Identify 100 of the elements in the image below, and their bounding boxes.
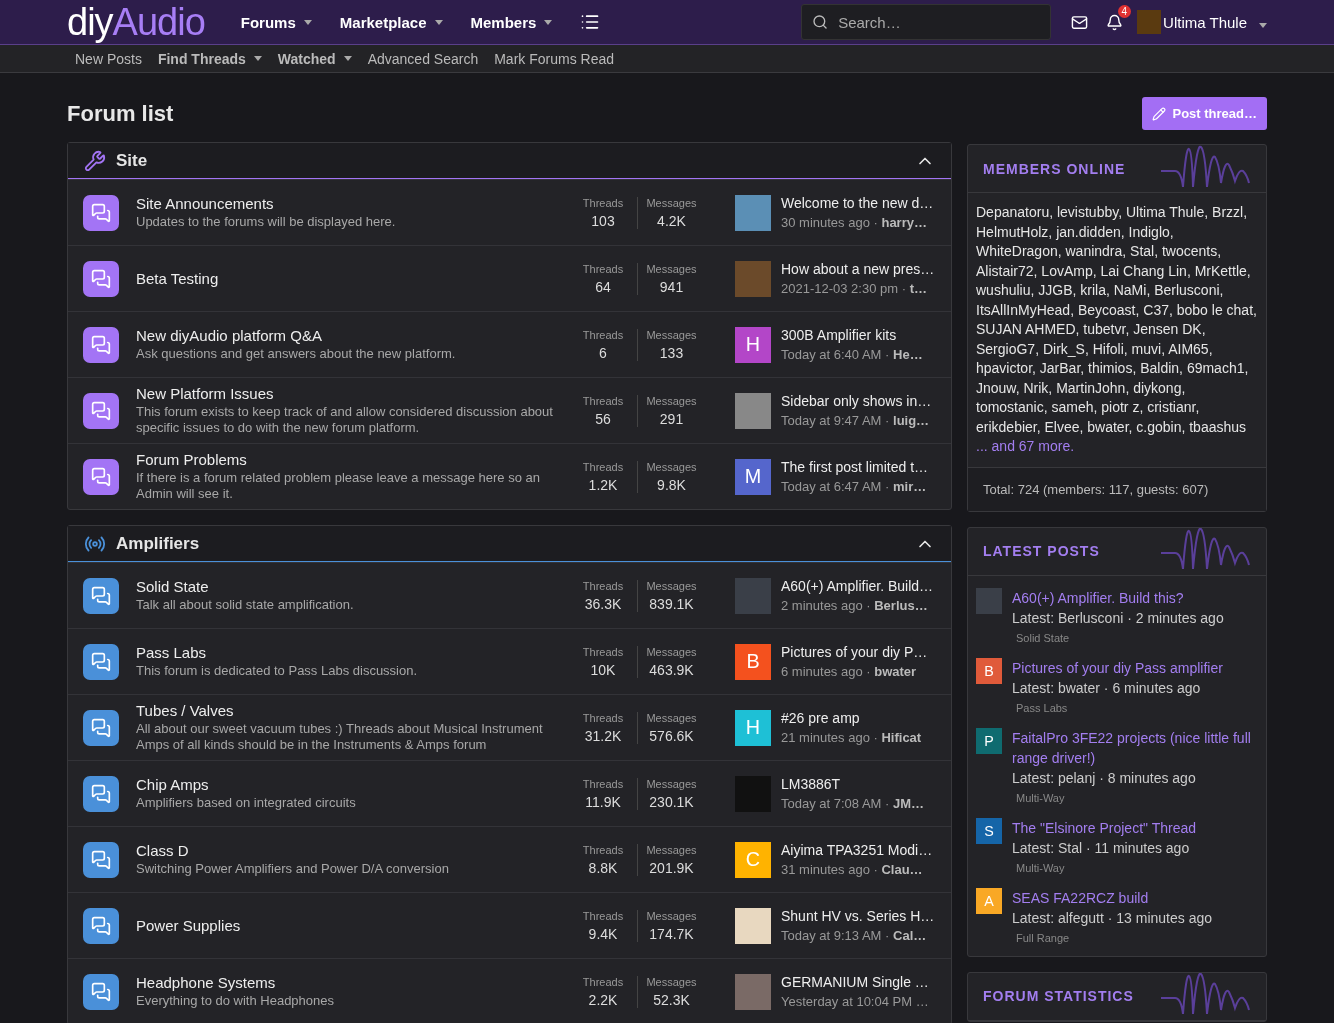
stat-label: Messages — [645, 711, 698, 724]
last-post-title[interactable]: LM3886T — [781, 776, 925, 792]
photo-placeholder[interactable] — [735, 194, 771, 231]
stat-value: 52.3K — [652, 991, 691, 1008]
post-forum: Solid State — [1016, 631, 1071, 644]
more-members-link[interactable]: ... and 67 more. — [976, 437, 1258, 457]
last-post-title[interactable]: Aiyima TPA3251 Modi… — [781, 842, 933, 858]
search-field[interactable]: Search… — [836, 12, 1041, 32]
last-post-title[interactable]: Shunt HV vs. Series H… — [781, 908, 935, 924]
bell-icon[interactable] — [1106, 13, 1124, 31]
forum-icon — [83, 709, 119, 746]
last-post-title[interactable]: How about a new pres… — [781, 261, 935, 277]
stat-value: 1.2K — [587, 476, 619, 493]
last-post-title[interactable]: Pictures of your diy P… — [781, 644, 928, 660]
letter-avatar[interactable]: S — [976, 817, 1002, 844]
stat-label: Threads — [581, 975, 625, 988]
forum-title[interactable]: Class D — [136, 842, 569, 859]
search-box[interactable]: Search… — [801, 4, 1052, 40]
forum-title[interactable]: Headphone Systems — [136, 974, 569, 991]
letter-avatar[interactable]: P — [976, 727, 1002, 754]
forum-title[interactable]: Site Announcements — [136, 195, 569, 212]
stat-value: 4.2K — [656, 212, 687, 229]
letter-avatar[interactable]: H — [735, 326, 771, 363]
post-meta: Latest: Stal · 11 minutes ago — [1012, 838, 1191, 858]
forum-title[interactable]: Tubes / Valves — [136, 702, 569, 719]
category-header[interactable]: Amplifiers — [68, 526, 951, 562]
last-post-title[interactable]: Welcome to the new d… — [781, 195, 934, 211]
forum-title[interactable]: Beta Testing — [136, 270, 569, 287]
forum-title[interactable]: Solid State — [136, 578, 569, 595]
stat-label: Messages — [645, 777, 698, 790]
post-title-link[interactable]: FaitalPro 3FE22 projects (nice little full range driver!) — [1012, 727, 1258, 768]
forum-description: Updates to the forums will be displayed here. — [136, 214, 397, 230]
stat-value: 6 — [598, 344, 608, 361]
forum-title[interactable]: Pass Labs — [136, 644, 569, 661]
stat-label: Threads — [581, 262, 625, 275]
stat-label: Messages — [645, 579, 698, 592]
last-post-title[interactable]: GERMANIUM Single … — [781, 974, 929, 990]
post-forum: Full Range — [1016, 931, 1071, 944]
last-post-title[interactable]: The first post limited t… — [781, 459, 929, 475]
stat-label: Threads — [581, 579, 625, 592]
forum-title[interactable]: New Platform Issues — [136, 385, 569, 402]
stat-label: Messages — [645, 328, 698, 341]
last-post-title[interactable]: A60(+) Amplifier. Build… — [781, 578, 934, 594]
category-title: Amplifiers — [116, 533, 201, 554]
forum-description: Switching Power Amplifiers and Power D/A conversion — [136, 861, 450, 877]
forum-icon — [83, 643, 119, 680]
member-list: Depanatoru, levistubby, Ultima Thule, Brzzl, HelmutHolz, jan.didden, Indiglo, WhiteDragon, wanindra, Stal, twocents, Alistair72, LovAmp, Lai Chang Lin, MrKettle, wushuliu, JJGB, krila, NaMi, Berlusconi, ItsAllInMyHead, Beycoast, C37, bobo le chat, SUJAN AHMED, tubetvr, Jensen DK, SergioG7, Dirk_S, Hifoli, muvi, AIM65, hpavictor, JarBar, thimios, Baldin, 69mach1, Jnouw, Nrik, MartinJohn, diykong, tomostanic, sameh, piotr z, cristianr, erikdebier, Elvee, bwater, c.gobin, tbaashus — [976, 204, 1257, 435]
caret-icon — [1259, 22, 1267, 28]
nav-tab[interactable]: Forums — [226, 13, 326, 31]
post-forum: Multi-Way — [1016, 791, 1066, 804]
site-logo[interactable]: diyAudio — [67, 3, 205, 41]
forum-title[interactable]: New diyAudio platform Q&A — [136, 327, 569, 344]
user-avatar — [1137, 10, 1162, 34]
stat-value: 31.2K — [583, 727, 623, 744]
category-header[interactable]: Site — [68, 143, 951, 179]
forum-icon — [83, 260, 119, 297]
caret-icon — [303, 19, 312, 25]
last-post-title[interactable]: 300B Amplifier kits — [781, 327, 923, 343]
forum-description: All about our sweet vacuum tubes :) Threads about Musical Instrument Amps of all kinds should be in the Instruments & Amps forum — [136, 721, 544, 753]
post-title-link[interactable]: SEAS FA22RCZ build — [1012, 887, 1212, 908]
subnav-link[interactable]: Mark Forums Read — [486, 50, 622, 67]
caret-icon — [434, 19, 443, 25]
forum-title[interactable]: Power Supplies — [136, 917, 569, 934]
subnav-link[interactable]: Watched — [269, 50, 360, 67]
nav-tab[interactable]: Marketplace — [325, 13, 457, 31]
last-post-meta: 30 minutes ago · harry… — [781, 215, 928, 230]
forum-title[interactable]: Forum Problems — [136, 451, 569, 468]
post-title-link[interactable]: The "Elsinore Project" Thread — [1012, 817, 1196, 838]
letter-avatar[interactable]: B — [976, 657, 1002, 684]
forum-description: Ask questions and get answers about the new platform. — [136, 346, 457, 362]
page-title: Forum list — [67, 100, 174, 127]
subnav-link[interactable]: Advanced Search — [359, 50, 487, 67]
letter-avatar[interactable]: M — [735, 458, 771, 495]
post-meta: Latest: alfegutt · 13 minutes ago — [1012, 908, 1212, 928]
post-title-link[interactable]: Pictures of your diy Pass amplifier — [1012, 657, 1223, 678]
stat-value: 10K — [589, 661, 617, 678]
last-post-title[interactable]: Sidebar only shows in… — [781, 393, 932, 409]
last-post-title[interactable]: #26 pre amp — [781, 710, 922, 726]
forum-description: If there is a forum related problem please leave a message here so an Admin will see it. — [136, 470, 541, 502]
forum-description: Everything to do with Headphones — [136, 993, 335, 1009]
post-title-link[interactable]: A60(+) Amplifier. Build this? — [1012, 587, 1224, 608]
stat-label: Messages — [645, 843, 698, 856]
last-post-meta: Today at 7:08 AM · JM… — [781, 796, 925, 811]
stat-value: 201.9K — [648, 859, 695, 876]
subnav-link[interactable]: Find Threads — [149, 50, 270, 67]
mail-icon[interactable] — [1071, 13, 1089, 31]
stat-value: 2.2K — [587, 991, 619, 1008]
forum-title[interactable]: Chip Amps — [136, 776, 569, 793]
nav-tab[interactable]: Members — [456, 13, 567, 31]
last-post-meta: 2 minutes ago · Berlus… — [781, 598, 929, 613]
stat-label: Threads — [581, 645, 625, 658]
stat-value: 463.9K — [648, 661, 695, 678]
stat-value: 133 — [658, 344, 685, 361]
stat-value: 291 — [658, 410, 685, 427]
stat-label: Threads — [581, 460, 625, 473]
user-menu[interactable]: Ultima Thule — [1137, 10, 1267, 34]
stat-label: Threads — [581, 843, 625, 856]
photo-placeholder[interactable] — [735, 907, 771, 944]
list-icon[interactable] — [580, 12, 601, 32]
subnav-link[interactable]: New Posts — [67, 50, 150, 67]
